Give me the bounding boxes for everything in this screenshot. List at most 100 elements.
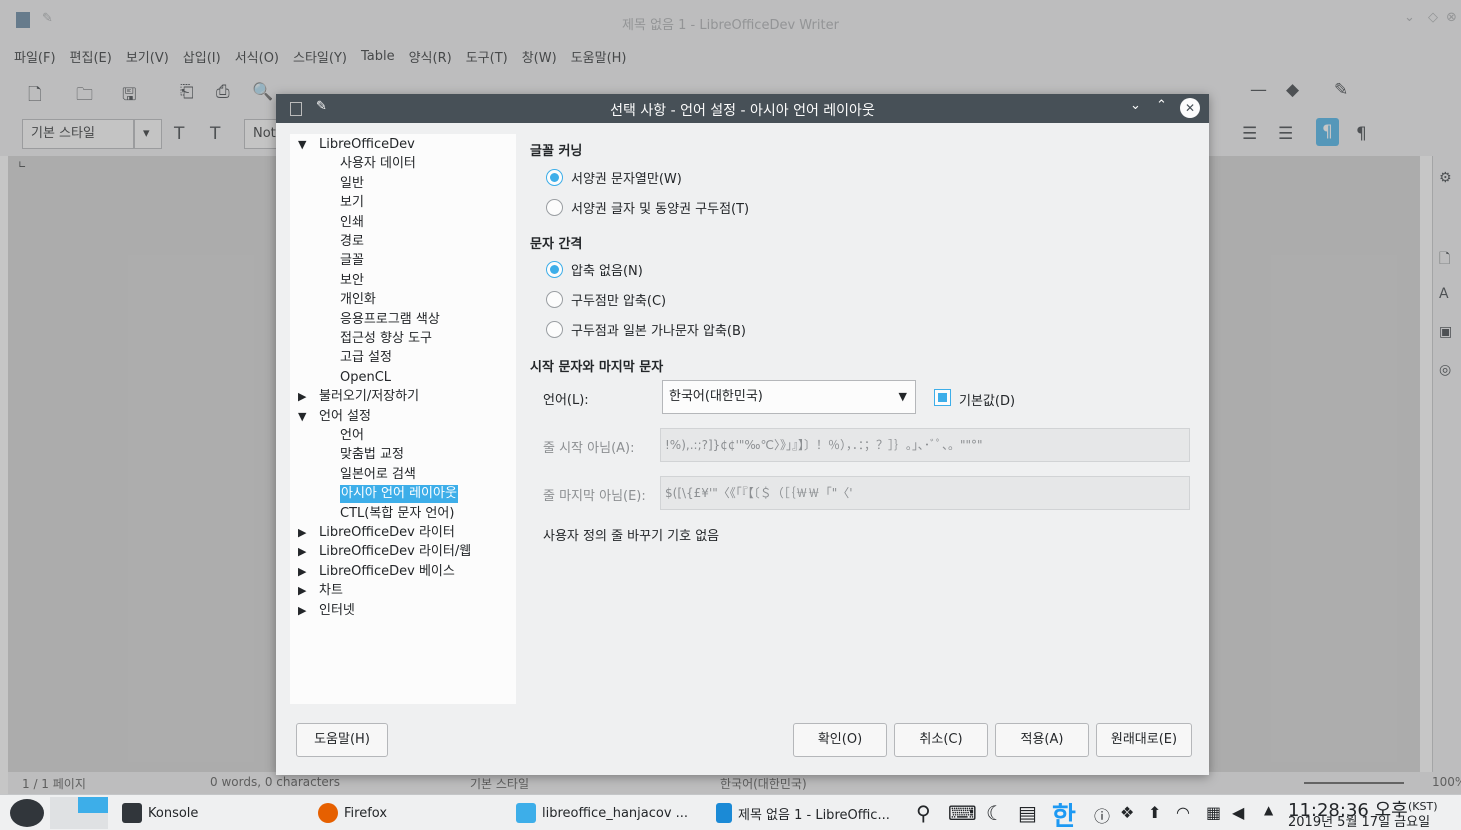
dialog-title: 선택 사항 - 언어 설정 - 아시아 언어 레이아웃 xyxy=(610,103,875,119)
kerning-western-only-radio[interactable]: 서양권 문자열만(W) xyxy=(546,168,682,187)
dialog-maximize-icon[interactable]: ⌃ xyxy=(1156,98,1167,113)
clipboard-icon[interactable]: ▦ xyxy=(1206,803,1221,822)
not-at-start-field: !%),.:;?]}¢¢'"‰℃〉》」』】〕！％），．：；？］｝｡｣､･ﾞﾟ、。… xyxy=(660,428,1190,462)
task-firefox[interactable]: Firefox xyxy=(318,803,387,823)
task-label: Firefox xyxy=(344,805,388,821)
task-writer[interactable]: 제목 없음 1 - LibreOffic... xyxy=(716,803,890,823)
language-value: 한국어(대한민국) xyxy=(669,389,763,404)
expanded-arrow-icon[interactable]: ▼ xyxy=(298,138,306,151)
tree-item[interactable]: 사용자 데이터 xyxy=(340,155,416,173)
folder-icon xyxy=(516,803,536,823)
dialog-titlebar: ✎ 선택 사항 - 언어 설정 - 아시아 언어 레이아웃 ⌄ ⌃ ✕ xyxy=(276,94,1209,123)
cancel-button[interactable]: 취소(C) xyxy=(894,723,988,757)
radio-indicator[interactable] xyxy=(546,321,563,338)
collapsed-arrow-icon[interactable]: ▶ xyxy=(298,545,306,558)
tree-item[interactable]: CTL(복합 문자 언어) xyxy=(340,505,454,523)
night-mode-icon[interactable]: ☾ xyxy=(986,801,1004,825)
tux-icon[interactable]: ⚲ xyxy=(916,801,931,825)
tree-item[interactable]: 보기 xyxy=(340,194,364,212)
writer-icon xyxy=(716,803,732,823)
updates-icon[interactable]: ⬆ xyxy=(1148,803,1161,822)
tree-item[interactable]: 일반 xyxy=(340,175,364,193)
tree-item[interactable]: 인쇄 xyxy=(340,214,364,232)
tree-item[interactable]: LibreOfficeDev 베이스 xyxy=(319,563,455,581)
tree-item[interactable]: 차트 xyxy=(319,582,343,600)
task-label: libreoffice_hanjacov ... xyxy=(542,805,689,821)
tree-item[interactable]: LibreOfficeDev 라이터/웹 xyxy=(319,543,471,561)
task-label: Konsole xyxy=(148,805,199,821)
tree-item[interactable]: 맞춤법 교정 xyxy=(340,446,404,464)
clock-timezone[interactable]: (KST) xyxy=(1408,800,1438,813)
no-compression-radio[interactable]: 압축 없음(N) xyxy=(546,260,643,279)
dialog-close-icon[interactable]: ✕ xyxy=(1180,98,1200,118)
task-folder[interactable]: libreoffice_hanjacov ... xyxy=(516,803,688,823)
help-button[interactable]: 도움말(H) xyxy=(296,723,388,757)
collapsed-arrow-icon[interactable]: ▶ xyxy=(298,390,306,403)
tree-item[interactable]: 언어 설정 xyxy=(319,408,371,426)
tree-item[interactable]: 고급 설정 xyxy=(340,349,392,367)
radio-indicator[interactable] xyxy=(546,169,563,186)
dialog-minimize-icon[interactable]: ⌄ xyxy=(1130,98,1141,113)
default-checkbox[interactable] xyxy=(934,389,951,406)
tray-expand-icon[interactable]: ▲ xyxy=(1264,803,1273,817)
ime-indicator[interactable]: 한 xyxy=(1052,796,1076,830)
collapsed-arrow-icon[interactable]: ▶ xyxy=(298,604,306,617)
task-label: 제목 없음 1 - LibreOffic... xyxy=(738,807,890,823)
reset-button[interactable]: 원래대로(E) xyxy=(1096,723,1192,757)
radio-label: 서양권 글자 및 동양권 구두점(T) xyxy=(571,202,750,217)
kerning-western-and-asian-radio[interactable]: 서양권 글자 및 동양권 구두점(T) xyxy=(546,198,749,217)
apply-button[interactable]: 적용(A) xyxy=(995,723,1089,757)
language-combo[interactable]: 한국어(대한민국) ▼ xyxy=(662,380,916,414)
default-label: 기본값(D) xyxy=(959,394,1016,409)
not-at-end-label: 줄 마지막 아님(E): xyxy=(543,489,646,504)
radio-label: 구두점만 압축(C) xyxy=(571,294,667,309)
radio-indicator[interactable] xyxy=(546,291,563,308)
tree-item[interactable]: 응용프로그램 색상 xyxy=(340,311,440,329)
radio-label: 구두점과 일본 가나문자 압축(B) xyxy=(571,324,746,339)
clock-date[interactable]: 2019년 5월 17일 금요일 xyxy=(1288,816,1430,829)
ok-button[interactable]: 확인(O) xyxy=(793,723,887,757)
dropdown-arrow-icon[interactable]: ▼ xyxy=(899,381,907,413)
input-keyboard-icon[interactable]: ▤ xyxy=(1018,801,1037,825)
tree-item[interactable]: 글꼴 xyxy=(340,252,364,270)
expanded-arrow-icon[interactable]: ▼ xyxy=(298,410,306,423)
keyboard-icon[interactable]: ⌨ xyxy=(948,801,977,825)
language-label: 언어(L): xyxy=(543,393,589,408)
notifications-icon[interactable]: ⓘ xyxy=(1094,803,1110,827)
tree-item[interactable]: 접근성 향상 도구 xyxy=(340,330,432,348)
tree-item[interactable]: LibreOfficeDev xyxy=(319,136,415,154)
options-tree[interactable]: ▼ LibreOfficeDev 사용자 데이터일반 보기인쇄 경로 글꼴보안 개인화응용프… xyxy=(290,134,516,704)
tree-item-selected[interactable]: 아시아 언어 레이아웃 xyxy=(340,485,458,504)
tree-item[interactable]: LibreOfficeDev 라이터 xyxy=(319,524,455,542)
tree-item[interactable]: 일본어로 검색 xyxy=(340,466,416,484)
radio-label: 압축 없음(N) xyxy=(571,264,643,279)
tree-item[interactable]: 인터넷 xyxy=(319,602,355,620)
collapsed-arrow-icon[interactable]: ▶ xyxy=(298,526,306,539)
radio-indicator[interactable] xyxy=(546,261,563,278)
tree-item[interactable]: 불러오기/저장하기 xyxy=(319,388,419,406)
application-launcher-icon[interactable] xyxy=(10,799,44,827)
konsole-icon xyxy=(122,803,142,823)
compress-punctuation-radio[interactable]: 구두점만 압축(C) xyxy=(546,290,666,309)
collapsed-arrow-icon[interactable]: ▶ xyxy=(298,584,306,597)
taskbar: Konsole Firefox libreoffice_hanjacov ...… xyxy=(0,794,1461,830)
first-last-heading: 시작 문자와 마지막 문자 xyxy=(530,360,664,375)
tree-item[interactable]: 개인화 xyxy=(340,291,376,309)
tree-item[interactable]: 언어 xyxy=(340,427,364,445)
volume-icon[interactable]: ◀ xyxy=(1232,803,1244,822)
compress-punctuation-kana-radio[interactable]: 구두점과 일본 가나문자 압축(B) xyxy=(546,320,746,339)
collapsed-arrow-icon[interactable]: ▶ xyxy=(298,565,306,578)
not-at-start-label: 줄 시작 아님(A): xyxy=(543,441,635,456)
tree-item[interactable]: 경로 xyxy=(340,233,364,251)
options-dialog: ✎ 선택 사항 - 언어 설정 - 아시아 언어 레이아웃 ⌄ ⌃ ✕ ▼ Lib… xyxy=(276,94,1209,775)
radio-indicator[interactable] xyxy=(546,199,563,216)
spacing-heading: 문자 간격 xyxy=(530,237,583,252)
radio-label: 서양권 문자열만(W) xyxy=(571,172,682,187)
pager-active-desktop[interactable] xyxy=(78,797,108,813)
dropbox-icon[interactable]: ❖ xyxy=(1120,803,1134,822)
tree-item[interactable]: 보안 xyxy=(340,272,364,290)
network-icon[interactable]: ◠ xyxy=(1176,803,1190,822)
firefox-icon xyxy=(318,803,338,823)
tree-item[interactable]: OpenCL xyxy=(340,369,391,387)
task-konsole[interactable]: Konsole xyxy=(122,803,198,823)
